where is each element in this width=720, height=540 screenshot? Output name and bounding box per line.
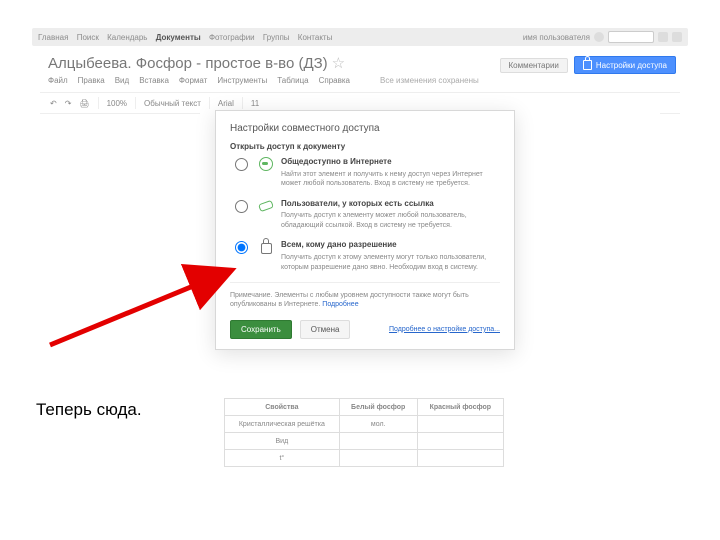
table-header: Красный фосфор bbox=[417, 399, 503, 416]
star-icon[interactable]: ☆ bbox=[332, 55, 345, 72]
style-select[interactable]: Обычный текст bbox=[144, 99, 201, 108]
topbar-item[interactable]: Фотографии bbox=[209, 33, 255, 42]
avatar[interactable] bbox=[594, 32, 604, 42]
menu-item[interactable]: Справка bbox=[319, 76, 350, 85]
menu-item[interactable]: Файл bbox=[48, 76, 68, 85]
slide-caption: Теперь сюда. bbox=[36, 400, 142, 420]
save-status: Все изменения сохранены bbox=[380, 76, 479, 85]
radio-link[interactable] bbox=[235, 200, 248, 213]
gear-icon[interactable] bbox=[672, 32, 682, 42]
table-row: Вид bbox=[225, 433, 504, 450]
topbar-item[interactable]: Главная bbox=[38, 33, 68, 42]
globe-icon bbox=[259, 157, 273, 171]
font-select[interactable]: Arial bbox=[218, 99, 234, 108]
user-greeting: имя пользователя bbox=[523, 33, 590, 42]
topbar-item-active[interactable]: Документы bbox=[156, 33, 201, 42]
table-row: t° bbox=[225, 450, 504, 467]
topbar-item[interactable]: Контакты bbox=[298, 33, 333, 42]
sharing-dialog: Настройки совместного доступа Открыть до… bbox=[215, 110, 515, 350]
print-icon[interactable]: 🖨 bbox=[79, 99, 89, 108]
topbar-item[interactable]: Календарь bbox=[107, 33, 147, 42]
document-title[interactable]: Алцыбеева. Фосфор - простое в-во (ДЗ)☆ bbox=[48, 54, 345, 72]
topbar-item[interactable]: Группы bbox=[263, 33, 290, 42]
table-row: Кристаллическая решёткамол. bbox=[225, 416, 504, 433]
undo-icon[interactable]: ↶ bbox=[50, 99, 57, 108]
content-table: Свойства Белый фосфор Красный фосфор Кри… bbox=[224, 398, 504, 467]
apps-icon[interactable] bbox=[658, 32, 668, 42]
lock-icon bbox=[261, 243, 272, 254]
visibility-option-public[interactable]: Общедоступно в Интернете Найти этот элем… bbox=[230, 157, 500, 189]
menu-item[interactable]: Таблица bbox=[277, 76, 308, 85]
dialog-section-label: Открыть доступ к документу bbox=[230, 142, 500, 151]
radio-public[interactable] bbox=[235, 158, 248, 171]
fontsize-select[interactable]: 11 bbox=[251, 99, 259, 108]
visibility-option-private[interactable]: Всем, кому дано разрешение Получить дост… bbox=[230, 240, 500, 272]
menu-item[interactable]: Вставка bbox=[139, 76, 169, 85]
link-icon bbox=[258, 200, 274, 212]
menu-item[interactable]: Формат bbox=[179, 76, 207, 85]
share-button[interactable]: Настройки доступа bbox=[574, 56, 676, 74]
save-button[interactable]: Сохранить bbox=[230, 320, 292, 339]
menu-item[interactable]: Правка bbox=[78, 76, 105, 85]
cancel-button[interactable]: Отмена bbox=[300, 320, 351, 339]
note-link[interactable]: Подробнее bbox=[322, 301, 358, 308]
dialog-title: Настройки совместного доступа bbox=[230, 123, 500, 134]
menu-item[interactable]: Вид bbox=[115, 76, 129, 85]
lock-icon bbox=[583, 60, 592, 70]
search-input[interactable] bbox=[608, 31, 654, 43]
service-topbar: Главная Поиск Календарь Документы Фотогр… bbox=[32, 28, 688, 46]
topbar-item[interactable]: Поиск bbox=[77, 33, 99, 42]
radio-private[interactable] bbox=[235, 241, 248, 254]
zoom-select[interactable]: 100% bbox=[107, 99, 127, 108]
menu-bar: Файл Правка Вид Вставка Формат Инструмен… bbox=[48, 76, 479, 85]
more-settings-link[interactable]: Подробнее о настройке доступа... bbox=[389, 326, 500, 333]
table-header: Свойства bbox=[225, 399, 340, 416]
redo-icon[interactable]: ↷ bbox=[65, 99, 72, 108]
comments-button[interactable]: Комментарии bbox=[500, 58, 568, 73]
visibility-option-link[interactable]: Пользователи, у которых есть ссылка Полу… bbox=[230, 199, 500, 231]
topbar-links: Главная Поиск Календарь Документы Фотогр… bbox=[38, 33, 338, 42]
menu-item[interactable]: Инструменты bbox=[217, 76, 267, 85]
dialog-note: Примечание. Элементы с любым уровнем дос… bbox=[230, 282, 500, 310]
table-header: Белый фосфор bbox=[339, 399, 417, 416]
